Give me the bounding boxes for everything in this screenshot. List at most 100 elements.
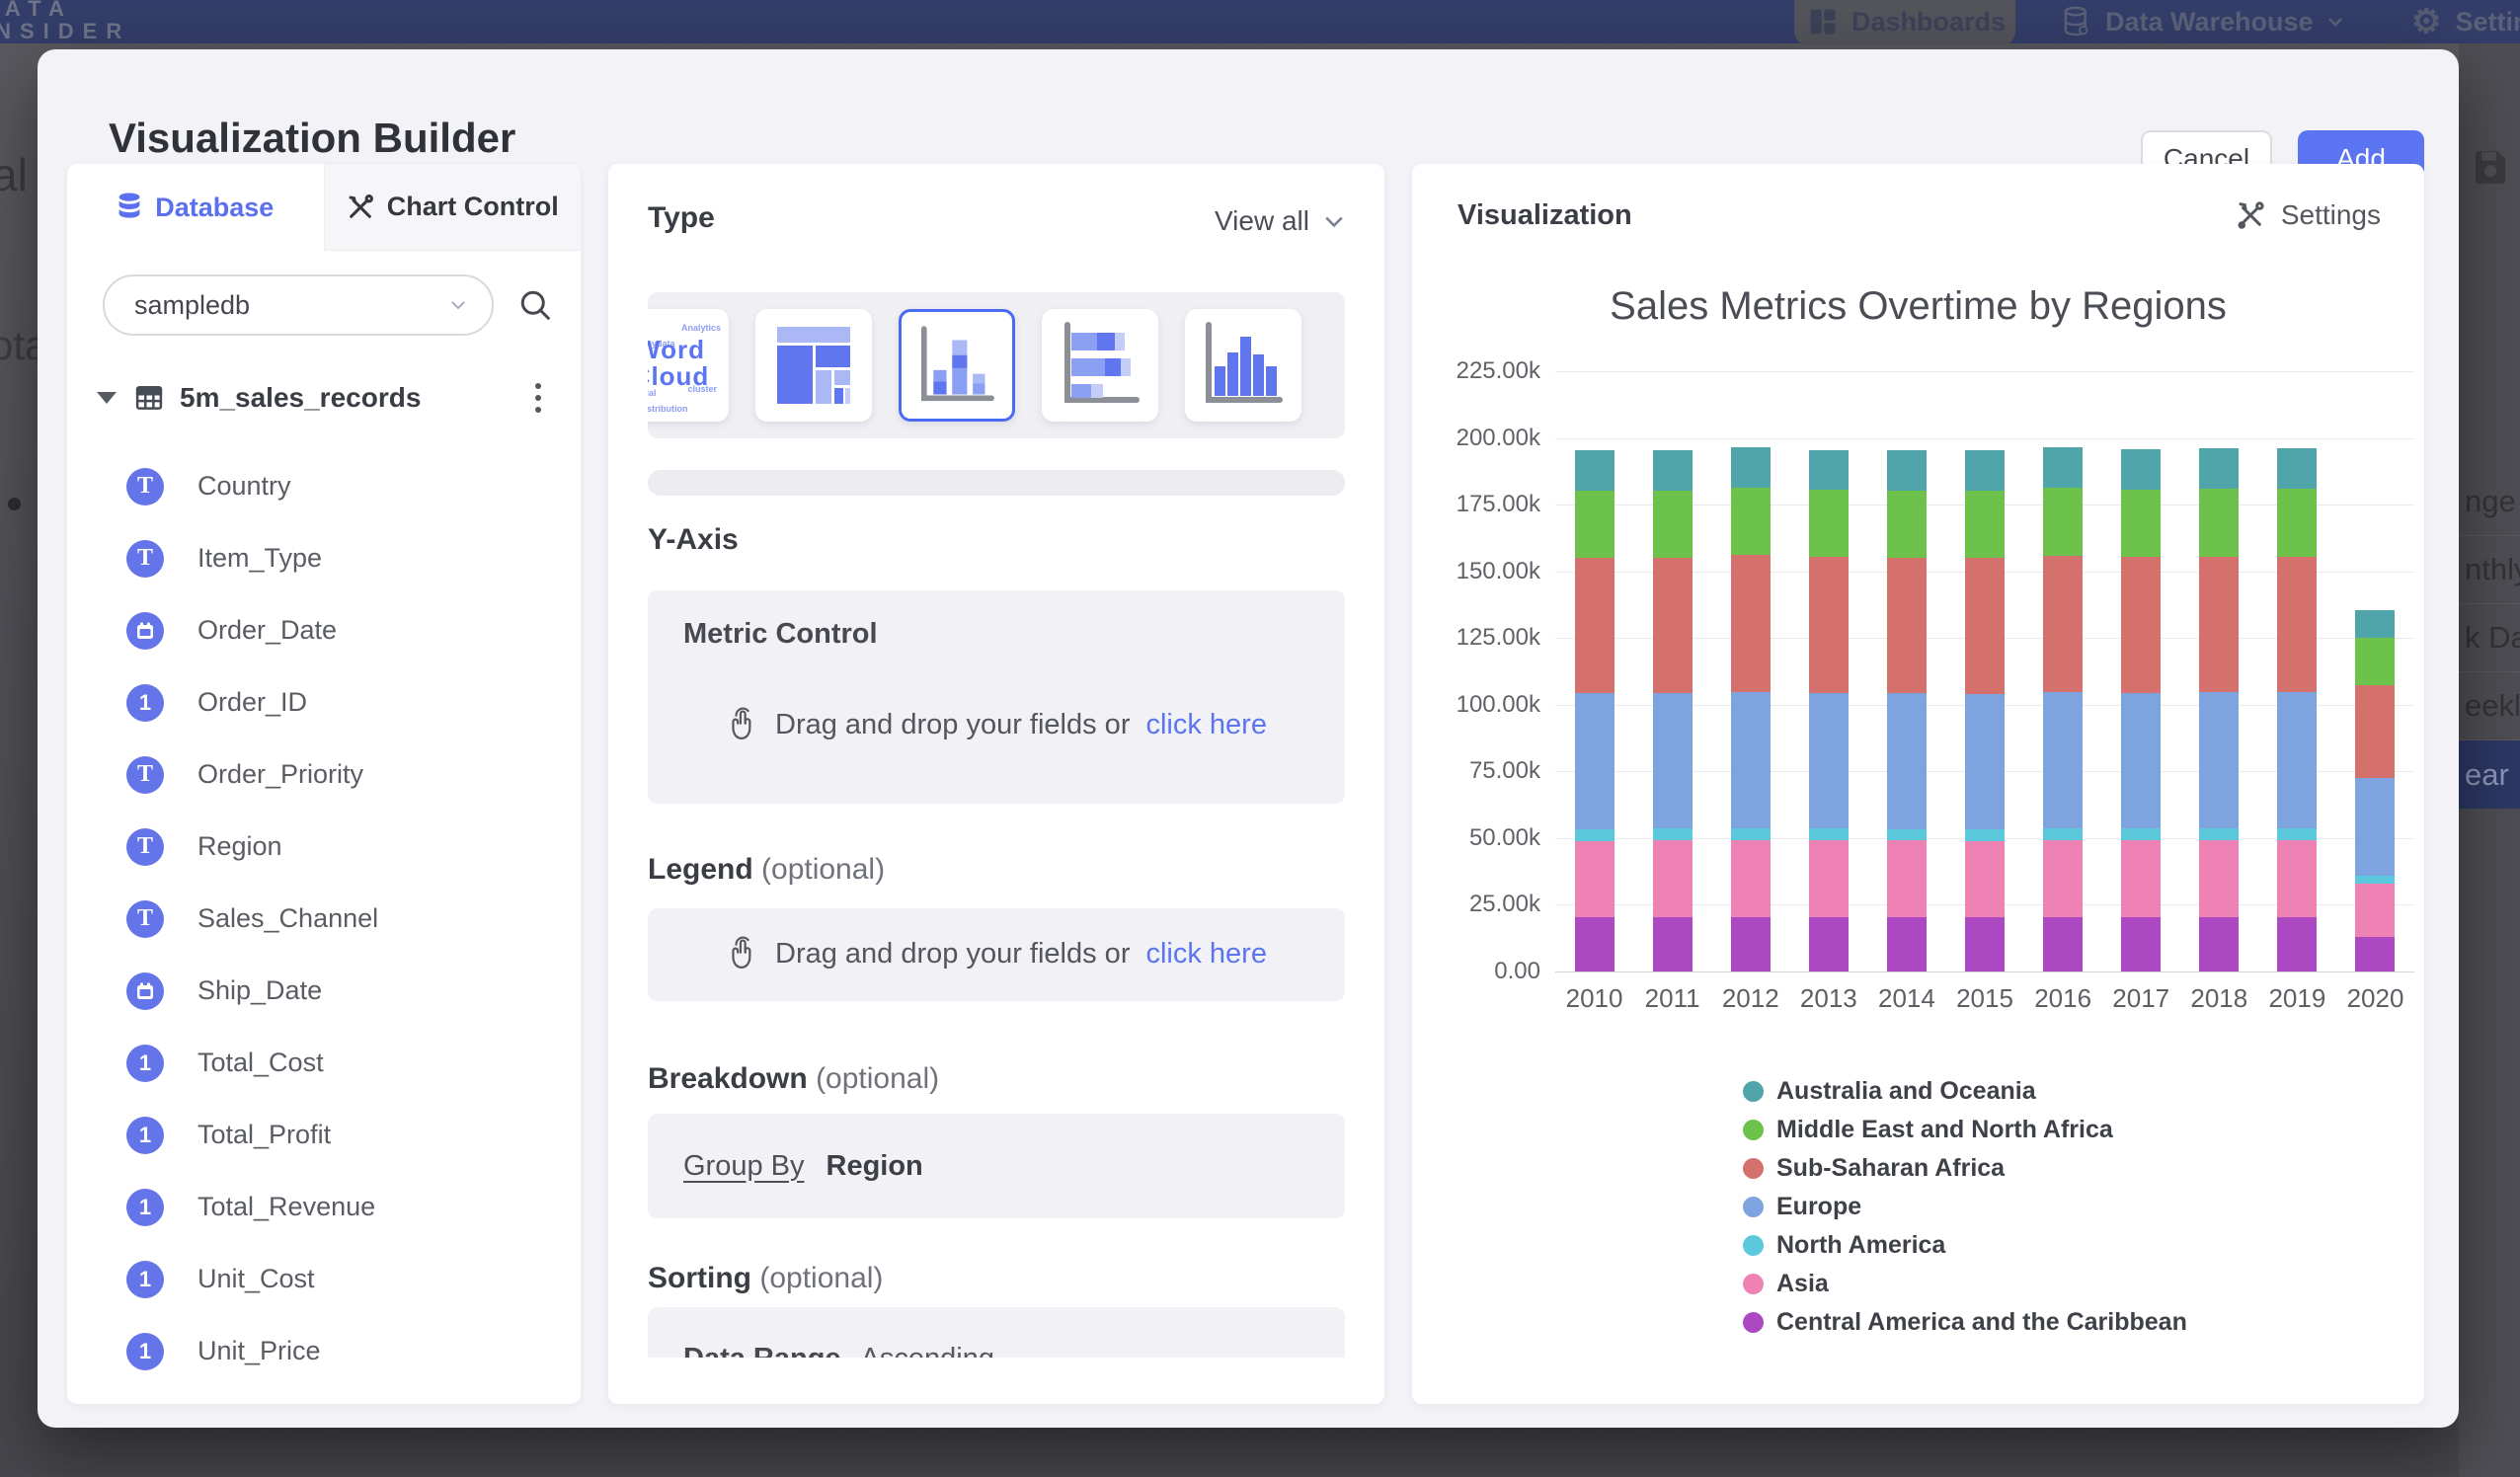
bar-segment (2277, 489, 2317, 556)
chart-type-word-cloud[interactable]: iness Analytics keydata WordCloud Social… (648, 309, 729, 422)
bar-segment (2355, 638, 2395, 684)
field-item-ship_date[interactable]: Ship_Date (67, 955, 581, 1027)
stacked-bar-2017[interactable] (2121, 449, 2161, 972)
table-tree-item[interactable]: 5m_sales_records (97, 379, 551, 417)
y-tick-label: 175.00k (1412, 491, 1540, 518)
y-tick-label: 150.00k (1412, 558, 1540, 585)
legend-item[interactable]: Asia (1743, 1265, 2187, 1303)
field-type-date-icon (126, 972, 164, 1010)
tab-database[interactable]: Database (67, 164, 324, 251)
bar-segment (2199, 692, 2239, 828)
field-item-unit_cost[interactable]: 1Unit_Cost (67, 1243, 581, 1315)
group-by-label[interactable]: Group By (683, 1150, 805, 1183)
chart-builder-panel: Type View all iness Analytics keydata Wo… (608, 164, 1384, 1404)
legend-item[interactable]: North America (1743, 1226, 2187, 1265)
field-item-order_id[interactable]: 1Order_ID (67, 666, 581, 738)
legend-item[interactable]: Europe (1743, 1188, 2187, 1226)
bar-segment (1965, 829, 2005, 841)
bar-segment (2277, 448, 2317, 489)
bar-segment (2043, 917, 2083, 972)
bar-segment (2121, 840, 2161, 917)
chevron-down-icon (2327, 17, 2343, 27)
chart-type-stacked-bar[interactable] (1042, 309, 1158, 422)
field-item-order_date[interactable]: Order_Date (67, 594, 581, 666)
kebab-menu-icon[interactable] (525, 379, 551, 417)
sort-direction: Ascending (861, 1343, 994, 1358)
field-item-sales_channel[interactable]: TSales_Channel (67, 883, 581, 955)
search-icon[interactable] (517, 287, 553, 323)
bar-segment (2355, 876, 2395, 884)
field-item-order_priority[interactable]: TOrder_Priority (67, 738, 581, 811)
background-menu-fragment: k Date (2459, 604, 2520, 672)
chart-type-treemap[interactable] (755, 309, 872, 422)
legend-item[interactable]: Central America and the Caribbean (1743, 1303, 2187, 1342)
bar-segment (1653, 840, 1693, 917)
field-item-total_revenue[interactable]: 1Total_Revenue (67, 1171, 581, 1243)
nav-item-data-warehouse[interactable]: Data Warehouse (2062, 0, 2343, 43)
bar-segment (1731, 828, 1771, 840)
stacked-bar-2016[interactable] (2043, 447, 2083, 972)
field-type-text-icon: T (126, 900, 164, 938)
stacked-bar-2013[interactable] (1809, 450, 1849, 972)
field-list: TCountryTItem_TypeOrder_Date1Order_IDTOr… (67, 450, 581, 1387)
legend-color-dot (1743, 1197, 1764, 1217)
breakdown-box[interactable]: Group By Region (648, 1114, 1345, 1218)
bar-segment (2043, 488, 2083, 555)
view-all-dropdown[interactable]: View all (1215, 205, 1345, 237)
click-here-link[interactable]: click here (1145, 709, 1267, 741)
sorting-box[interactable]: Data Range Ascending (648, 1307, 1345, 1358)
stacked-bar-2010[interactable] (1575, 450, 1614, 972)
y-tick-label: 50.00k (1412, 824, 1540, 852)
y-tick-label: 25.00k (1412, 891, 1540, 918)
chart-type-histogram[interactable] (1185, 309, 1301, 422)
nav-item-dashboards[interactable]: Dashboards (1794, 0, 2015, 45)
field-type-number-icon: 1 (126, 1045, 164, 1082)
bar-segment (1809, 557, 1849, 693)
field-item-total_cost[interactable]: 1Total_Cost (67, 1027, 581, 1099)
field-item-region[interactable]: TRegion (67, 811, 581, 883)
bar-segment (1653, 450, 1693, 491)
bar-segment (2277, 692, 2317, 828)
chart-type-stacked-column[interactable] (899, 309, 1015, 422)
nav-item-settings[interactable]: ⚙ Settings (2411, 0, 2520, 43)
database-icon (2062, 6, 2091, 38)
background-menu-fragment: eekly (2459, 672, 2520, 740)
legend-item[interactable]: Sub-Saharan Africa (1743, 1149, 2187, 1188)
modal-title: Visualization Builder (109, 115, 515, 162)
bar-segment (1653, 917, 1693, 972)
field-item-unit_price[interactable]: 1Unit_Price (67, 1315, 581, 1387)
stacked-bar-2012[interactable] (1731, 447, 1771, 972)
tab-chart-control[interactable]: Chart Control (324, 164, 582, 251)
metric-dropzone[interactable]: Metric Control Drag and drop your fields… (648, 590, 1345, 804)
stacked-bar-2020[interactable] (2355, 610, 2395, 972)
stacked-bar-2019[interactable] (2277, 448, 2317, 972)
bar-segment (1965, 841, 2005, 918)
stacked-bar-2011[interactable] (1653, 450, 1693, 972)
x-tick-label: 2016 (2024, 983, 2102, 1014)
stacked-bar-2015[interactable] (1965, 450, 2005, 972)
stacked-bar-2018[interactable] (2199, 448, 2239, 972)
bar-segment (1731, 488, 1771, 555)
database-icon (117, 193, 142, 222)
bar-segment (1887, 829, 1927, 841)
caret-down-icon[interactable] (97, 392, 117, 404)
type-strip-scrollbar[interactable] (648, 470, 1345, 496)
y-tick-label: 225.00k (1412, 357, 1540, 385)
visualization-panel: Visualization Settings Sales Metrics Ove… (1412, 164, 2424, 1404)
tap-hand-icon (726, 707, 759, 742)
background-menu-fragment: nthly (2459, 536, 2520, 604)
field-item-item_type[interactable]: TItem_Type (67, 522, 581, 594)
save-icon (2473, 148, 2508, 184)
dashboards-grid-icon (1808, 7, 1838, 37)
stacked-bar-2014[interactable] (1887, 450, 1927, 972)
click-here-link[interactable]: click here (1145, 938, 1267, 971)
legend-dropzone[interactable]: Drag and drop your fields or click here (648, 908, 1345, 1001)
legend-item[interactable]: Middle East and North Africa (1743, 1111, 2187, 1149)
field-item-total_profit[interactable]: 1Total_Profit (67, 1099, 581, 1171)
field-item-country[interactable]: TCountry (67, 450, 581, 522)
database-select[interactable]: sampledb (103, 274, 494, 336)
bar-segment (2121, 557, 2161, 693)
chart-settings-button[interactable]: Settings (2236, 199, 2381, 231)
visualization-builder-modal: Visualization Builder Cancel Add Databas… (38, 49, 2459, 1428)
legend-item[interactable]: Australia and Oceania (1743, 1072, 2187, 1111)
